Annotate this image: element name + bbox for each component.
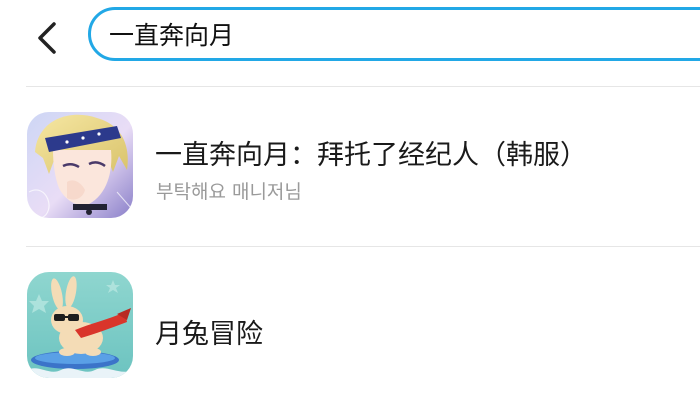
result-subtitle: 부탁해요 매니저님	[156, 181, 302, 203]
result-title: 一直奔向月：拜托了经纪人（韩服）	[155, 140, 587, 171]
result-item-2[interactable]: 月兔冒险	[0, 247, 700, 403]
rabbit-surfing-icon	[27, 272, 133, 378]
back-button[interactable]	[30, 16, 66, 60]
search-box[interactable]	[88, 7, 700, 61]
result-item-1[interactable]: 一直奔向月：拜托了经纪人（韩服） 부탁해요 매니저님	[0, 87, 700, 246]
chevron-left-icon	[38, 22, 56, 54]
result-title: 月兔冒险	[155, 319, 263, 350]
search-input[interactable]	[109, 10, 689, 58]
anime-character-icon	[27, 112, 133, 218]
search-results-page: 一直奔向月：拜托了经纪人（韩服） 부탁해요 매니저님	[0, 0, 700, 403]
